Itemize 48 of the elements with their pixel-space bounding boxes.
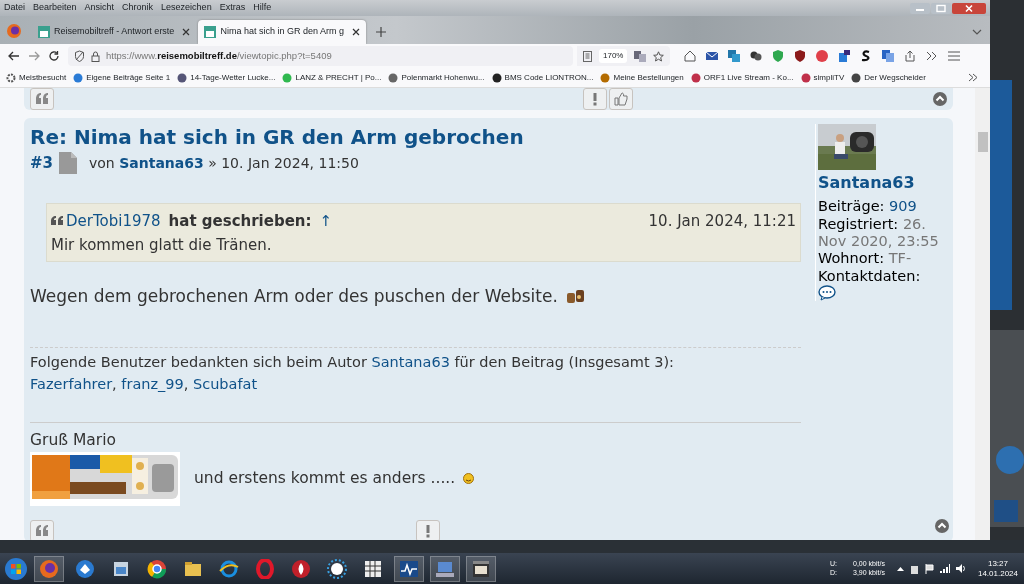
zoom-level[interactable]: 170% bbox=[599, 49, 628, 63]
bookmark-item[interactable]: BMS Code LIONTRON... bbox=[491, 71, 594, 84]
profile-username[interactable]: Santana63 bbox=[818, 173, 947, 193]
bookmark-item[interactable]: Der Wegscheider bbox=[851, 71, 926, 84]
menu-item[interactable]: Chronik bbox=[118, 1, 158, 15]
separator-text: , bbox=[183, 375, 189, 392]
quote-date: 10. Jan 2024, 11:21 bbox=[648, 210, 796, 232]
bookmark-item[interactable]: ORF1 Live Stream - Ko... bbox=[690, 71, 794, 84]
profile-field-label: Kontaktdaten: bbox=[818, 267, 922, 286]
post-number[interactable]: #3 bbox=[30, 152, 53, 175]
bookmark-item[interactable]: Polenmarkt Hohenwu... bbox=[388, 71, 485, 84]
bookmark-item[interactable]: Meistbesucht bbox=[6, 71, 67, 84]
clock-time[interactable]: 13:27 bbox=[977, 558, 1018, 569]
bookmark-item[interactable]: Eigene Beiträge Seite 1 bbox=[73, 71, 171, 84]
clock-date[interactable]: 14.01.2024 bbox=[977, 568, 1018, 579]
thanks-text: Folgende Benutzer bedankten sich beim Autor Santana63 für den Beitrag (Insgesamt 3): bbox=[30, 353, 675, 372]
user-link[interactable]: Fazerfahrer bbox=[30, 375, 113, 392]
bookmark-item[interactable]: Meine Bestellungen bbox=[600, 71, 684, 84]
author-link[interactable]: Santana63 bbox=[371, 354, 450, 370]
quote-header-text: hat geschrieben: bbox=[168, 210, 312, 232]
browser-tab[interactable]: Nima hat sich in GR den Arm g bbox=[198, 20, 366, 44]
author-link[interactable]: Santana63 bbox=[119, 154, 204, 171]
menu-item[interactable]: Extras bbox=[215, 1, 250, 15]
separator-text: , bbox=[112, 375, 117, 392]
bookmark-item[interactable]: 14-Tage-Wetter Lucke... bbox=[177, 71, 276, 84]
quote-text: Mir kommen glatt die Tränen. bbox=[51, 235, 273, 256]
post-author-line: von Santana63 » 10. Jan 2024, 11:50 bbox=[89, 153, 359, 173]
address-bar[interactable]: https://www.reisemobiltreff.de/viewtopic.php?t=5409 bbox=[68, 46, 573, 66]
user-link[interactable]: franz_99 bbox=[121, 375, 184, 392]
profile-field: Beiträge: 909 bbox=[818, 198, 947, 216]
bookmark-item[interactable]: LANZ & PRECHT | Po... bbox=[282, 71, 382, 84]
profile-field: Wohnort: TF- bbox=[818, 250, 947, 268]
menu-item[interactable]: Lesezeichen bbox=[157, 1, 216, 15]
quote-author-link[interactable]: DerTobi1978 bbox=[66, 209, 161, 232]
post-text: Wegen dem gebrochenen Arm oder des puschen der Website. bbox=[30, 284, 558, 308]
url-text: https://www.reisemobiltreff.de/viewtopic.php?t=5409 bbox=[106, 48, 332, 63]
bookmark-item[interactable]: simpliTV bbox=[800, 71, 845, 84]
signature-greeting: Gruß Mario bbox=[30, 429, 117, 451]
browser-tab[interactable]: Reisemobiltreff - Antwort erste bbox=[32, 20, 197, 44]
menu-item[interactable]: Hilfe bbox=[249, 1, 276, 15]
menu-item[interactable]: Bearbeiten bbox=[29, 1, 81, 15]
jump-to-post-link[interactable]: ↑ bbox=[319, 209, 333, 232]
menu-item[interactable]: Ansicht bbox=[80, 1, 119, 15]
signature-text: und erstens kommt es anders ..... bbox=[194, 468, 456, 490]
user-link[interactable]: Scubafat bbox=[193, 375, 258, 392]
profile-field: Registriert: 26. Nov 2020, 23:55 bbox=[818, 215, 947, 251]
post-title[interactable]: Re: Nima hat sich in GR den Arm gebrochen bbox=[30, 124, 801, 150]
menu-item[interactable]: Datei bbox=[0, 1, 29, 15]
